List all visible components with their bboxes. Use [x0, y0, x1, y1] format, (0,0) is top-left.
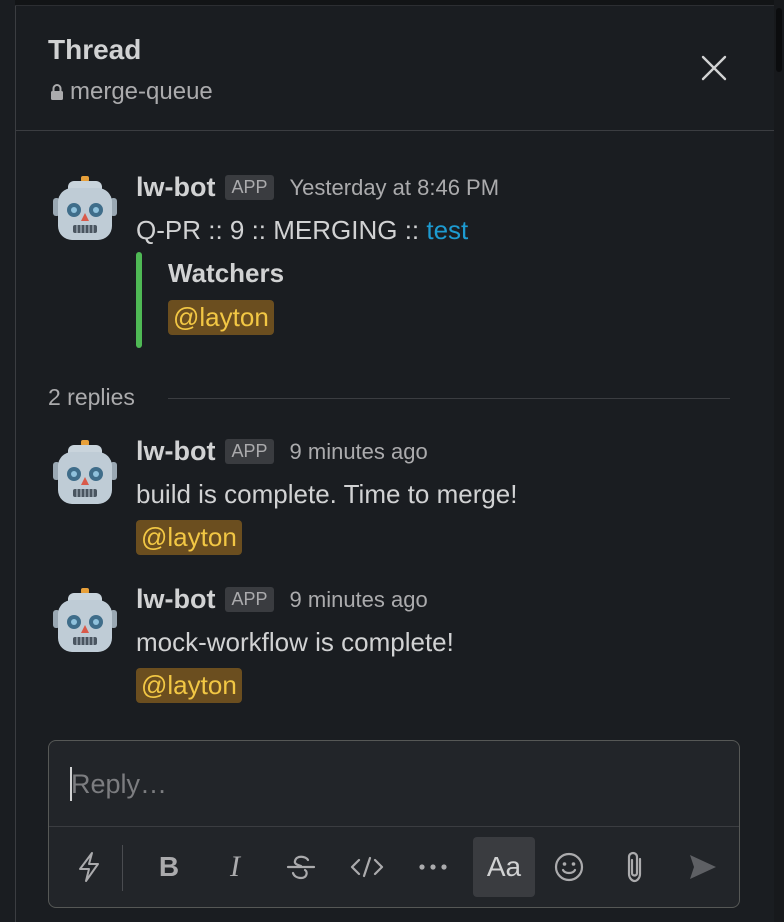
- scrollbar-thumb[interactable]: [776, 8, 782, 72]
- app-badge: APP: [225, 439, 274, 464]
- divider-line: [168, 398, 730, 399]
- attachment: Watchers @layton: [136, 252, 536, 348]
- send-icon: [690, 855, 716, 879]
- close-button[interactable]: [696, 50, 732, 86]
- attachment-accent-bar: [136, 252, 142, 348]
- timestamp[interactable]: 9 minutes ago: [290, 587, 428, 613]
- author-name[interactable]: lw-bot: [136, 172, 215, 203]
- attachment-title: Watchers: [168, 258, 285, 288]
- italic-button[interactable]: I: [207, 837, 263, 897]
- toolbar-separator: [122, 845, 123, 891]
- replies-count: 2 replies: [48, 384, 135, 410]
- robot-avatar-icon[interactable]: [50, 584, 120, 656]
- scrollbar[interactable]: [774, 0, 784, 922]
- italic-icon: I: [230, 850, 240, 883]
- more-button[interactable]: [405, 837, 461, 897]
- reply-message: lw-bot APP 9 minutes ago mock-workflow i…: [50, 584, 750, 708]
- channel-label: merge-queue: [70, 78, 213, 105]
- send-button[interactable]: [675, 837, 731, 897]
- author-name[interactable]: lw-bot: [136, 584, 215, 615]
- emoji-icon: [554, 852, 584, 882]
- channel-name[interactable]: merge-queue: [50, 78, 213, 106]
- robot-avatar-icon[interactable]: [50, 436, 120, 508]
- user-mention[interactable]: @layton: [136, 668, 242, 703]
- close-icon: [701, 55, 727, 81]
- parent-message: lw-bot APP Yesterday at 8:46 PM Q-PR :: …: [50, 172, 750, 352]
- shortcuts-icon: [79, 852, 99, 882]
- lock-icon: [51, 84, 63, 100]
- more-icon: [419, 864, 447, 870]
- timestamp[interactable]: 9 minutes ago: [290, 439, 428, 465]
- page-title: Thread: [48, 34, 142, 65]
- app-badge: APP: [225, 175, 274, 200]
- shortcuts-button[interactable]: [61, 837, 117, 897]
- code-button[interactable]: [339, 837, 395, 897]
- thread-header: Thread merge-queue: [16, 6, 774, 131]
- formatting-icon: Aa: [486, 851, 522, 882]
- app-badge: APP: [225, 587, 274, 612]
- robot-avatar-icon[interactable]: [50, 172, 120, 244]
- user-mention[interactable]: @layton: [136, 520, 242, 555]
- formatting-toggle[interactable]: Aa: [473, 837, 535, 897]
- user-mention[interactable]: @layton: [168, 300, 274, 335]
- attach-button[interactable]: [607, 837, 663, 897]
- bold-button[interactable]: B: [141, 837, 197, 897]
- replies-divider: 2 replies: [48, 384, 730, 414]
- emoji-button[interactable]: [541, 837, 597, 897]
- timestamp[interactable]: Yesterday at 8:46 PM: [290, 175, 500, 201]
- strikethrough-button[interactable]: [273, 837, 329, 897]
- reply-input[interactable]: Reply…: [49, 741, 739, 827]
- message-text: mock-workflow is complete!: [136, 627, 454, 657]
- reply-composer: Reply… B I Aa: [48, 740, 740, 908]
- message-text-prefix: Q-PR :: 9 :: MERGING ::: [136, 215, 427, 245]
- strikethrough-icon: [286, 855, 316, 880]
- left-panel-edge: [0, 0, 16, 922]
- formatting-toolbar: B I Aa: [49, 827, 739, 907]
- code-icon: [350, 856, 384, 878]
- bold-icon: B: [158, 851, 180, 882]
- author-name[interactable]: lw-bot: [136, 436, 215, 467]
- reply-placeholder: Reply…: [71, 769, 168, 799]
- message-text: Q-PR :: 9 :: MERGING :: test: [136, 215, 468, 246]
- attach-icon: [627, 851, 642, 883]
- reply-message: lw-bot APP 9 minutes ago build is comple…: [50, 436, 750, 560]
- message-link[interactable]: test: [426, 215, 468, 245]
- message-text: build is complete. Time to merge!: [136, 479, 518, 509]
